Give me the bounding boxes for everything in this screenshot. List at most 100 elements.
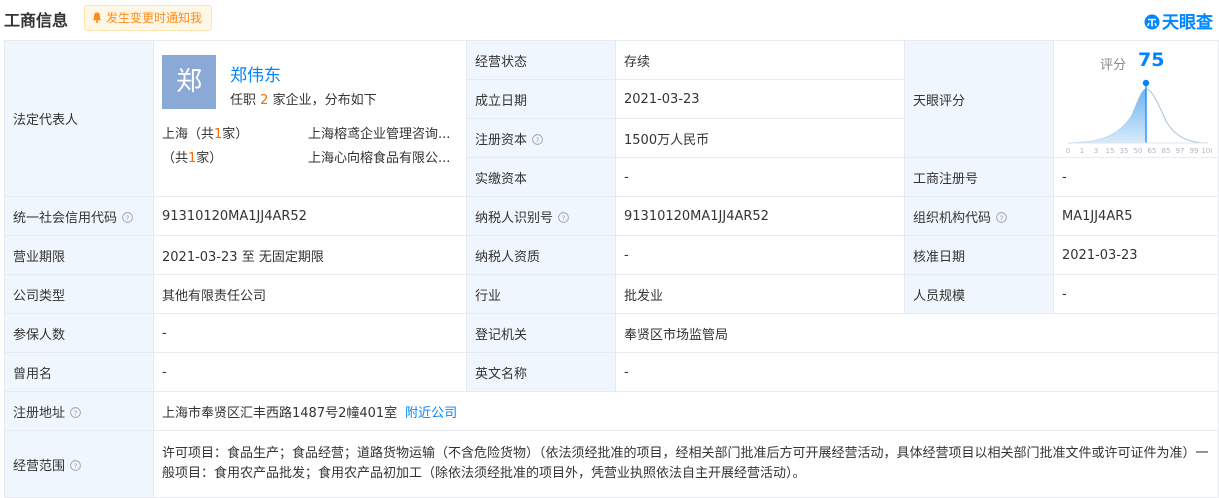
industry-label: 行业 xyxy=(466,274,616,314)
address-value: 上海市奉贤区汇丰西路1487号2幢401室 xyxy=(162,405,398,421)
tianyancha-logo-icon xyxy=(1144,14,1160,30)
scope-label-cell: 经营范围? xyxy=(4,430,154,498)
address-cell: 上海市奉贤区汇丰西路1487号2幢401室 附近公司 xyxy=(153,391,1219,431)
address-label: 注册地址 xyxy=(13,405,66,421)
avatar[interactable]: 郑 xyxy=(162,55,216,109)
scope-value: 许可项目：食品生产；食品经营；道路货物运输（不含危险货物）（依法须经批准的项目，… xyxy=(153,430,1219,498)
staff-size-label: 人员规模 xyxy=(904,274,1054,314)
former-name-value: - xyxy=(153,352,467,392)
org-code-label: 组织机构代码 xyxy=(913,210,992,226)
biz-reg-no-value: - xyxy=(1053,157,1219,197)
section-title: 工商信息 xyxy=(4,11,69,30)
score-label: 天眼评分 xyxy=(904,40,1054,158)
help-icon[interactable]: ? xyxy=(70,459,81,471)
notify-on-change-button[interactable]: 发生变更时通知我 xyxy=(84,5,213,31)
distribution-company-link[interactable]: 上海心向榕食品有限公... xyxy=(308,147,460,166)
score-tick-label: 97 xyxy=(1176,147,1185,155)
score-chart-cell[interactable]: 评分 75 0 1 3 15 35 50 65 85 97 99100 xyxy=(1053,40,1219,158)
english-name-label: 英文名称 xyxy=(466,352,616,392)
insured-label: 参保人数 xyxy=(4,313,154,353)
industry-value: 批发业 xyxy=(615,274,905,314)
approve-date-label: 核准日期 xyxy=(904,235,1054,275)
score-tick-label: 0 xyxy=(1066,147,1070,155)
help-icon[interactable]: ? xyxy=(558,211,569,223)
distribution-region: 上海（共1家） xyxy=(162,123,302,142)
biz-reg-no-label: 工商注册号 xyxy=(904,157,1054,197)
svg-text:?: ? xyxy=(536,135,540,144)
score-area xyxy=(1068,89,1146,143)
term-to: 至 xyxy=(241,249,255,265)
english-name-value: - xyxy=(615,352,1219,392)
region-suffix: 家） xyxy=(222,127,249,142)
former-name-label: 曾用名 xyxy=(4,352,154,392)
staff-size-value: - xyxy=(1053,274,1219,314)
score-tick-label: 50 xyxy=(1134,147,1143,155)
reg-capital-label-cell: 注册资本? xyxy=(466,118,616,158)
legal-rep-cell: 郑 郑伟东 任职 2 家企业，分布如下 上海（共1家） 上海榕鸢企业管理咨询..… xyxy=(153,40,467,197)
score-tick-label: 3 xyxy=(1094,147,1098,155)
company-type-value: 其他有限责任公司 xyxy=(153,274,467,314)
term-label: 营业期限 xyxy=(4,235,154,275)
address-label-cell: 注册地址? xyxy=(4,391,154,431)
score-distribution-chart: 0 1 3 15 35 50 65 85 97 99100 xyxy=(1066,79,1212,155)
score-axis-ticks: 0 1 3 15 35 50 65 85 97 99100 xyxy=(1066,147,1212,155)
region-suffix: 家） xyxy=(196,151,223,166)
logo-text: 天眼查 xyxy=(1162,13,1213,33)
company-count: 2 xyxy=(260,93,269,108)
status-label: 经营状态 xyxy=(466,40,616,80)
insured-value: - xyxy=(153,313,467,353)
taxpayer-id-label-cell: 纳税人识别号? xyxy=(466,196,616,236)
founded-value: 2021-03-23 xyxy=(615,79,905,119)
taxpayer-id-value: 91310120MA1JJ4AR52 xyxy=(615,196,905,236)
reg-authority-label: 登记机关 xyxy=(466,313,616,353)
bell-icon xyxy=(92,12,102,23)
term-value: 2021-03-23 至 无固定期限 xyxy=(153,235,467,275)
score-value: 75 xyxy=(1138,49,1165,71)
section-header: 工商信息 发生变更时通知我 天眼查 xyxy=(0,0,1219,36)
score-tick-label: 85 xyxy=(1162,147,1171,155)
help-icon[interactable]: ? xyxy=(532,133,543,145)
reg-capital-value: 1500万人民币 xyxy=(615,118,905,158)
credit-code-value: 91310120MA1JJ4AR52 xyxy=(153,196,467,236)
business-info-table: 法定代表人 郑 郑伟东 任职 2 家企业，分布如下 上海（共1家） 上海榕鸢企业… xyxy=(4,40,1219,498)
founded-label: 成立日期 xyxy=(466,79,616,119)
region-text: 上海（共 xyxy=(162,127,215,142)
svg-text:?: ? xyxy=(1000,213,1004,222)
legal-rep-name-link[interactable]: 郑伟东 xyxy=(230,61,281,86)
distribution-company-link[interactable]: 上海榕鸢企业管理咨询... xyxy=(308,123,460,142)
help-icon[interactable]: ? xyxy=(996,211,1007,223)
scope-label: 经营范围 xyxy=(13,458,66,474)
svg-text:?: ? xyxy=(74,461,78,470)
svg-text:?: ? xyxy=(74,408,78,417)
score-tick-label: 65 xyxy=(1148,147,1157,155)
region-text: （共 xyxy=(162,151,189,166)
credit-code-label-cell: 统一社会信用代码? xyxy=(4,196,154,236)
company-type-label: 公司类型 xyxy=(4,274,154,314)
score-tick-label: 100 xyxy=(1201,147,1212,155)
term-end: 无固定期限 xyxy=(258,249,324,265)
score-tick-label: 35 xyxy=(1120,147,1129,155)
help-icon[interactable]: ? xyxy=(70,406,81,418)
svg-text:?: ? xyxy=(126,213,130,222)
paid-capital-label: 实缴资本 xyxy=(466,157,616,197)
reg-capital-label: 注册资本 xyxy=(475,132,528,148)
summary-prefix: 任职 xyxy=(230,93,257,108)
approve-date-value: 2021-03-23 xyxy=(1053,235,1219,275)
org-code-value: MA1JJ4AR5 xyxy=(1053,196,1219,236)
distribution-region: （共1家） xyxy=(162,147,302,166)
nearby-companies-link[interactable]: 附近公司 xyxy=(405,406,457,421)
legal-rep-label: 法定代表人 xyxy=(4,40,154,197)
taxpayer-id-label: 纳税人识别号 xyxy=(475,210,554,226)
tianyancha-logo[interactable]: 天眼查 xyxy=(1144,8,1213,33)
help-icon[interactable]: ? xyxy=(122,211,133,223)
taxpayer-qual-value: - xyxy=(615,235,905,275)
term-start: 2021-03-23 xyxy=(162,249,238,265)
org-code-label-cell: 组织机构代码? xyxy=(904,196,1054,236)
paid-capital-value: - xyxy=(615,157,905,197)
taxpayer-qual-label: 纳税人资质 xyxy=(466,235,616,275)
score-tick-label: 99 xyxy=(1190,147,1199,155)
score-tick-label: 15 xyxy=(1106,147,1115,155)
legal-rep-summary: 任职 2 家企业，分布如下 xyxy=(230,89,377,108)
svg-text:?: ? xyxy=(562,213,566,222)
score-caption: 评分 xyxy=(1100,58,1127,73)
